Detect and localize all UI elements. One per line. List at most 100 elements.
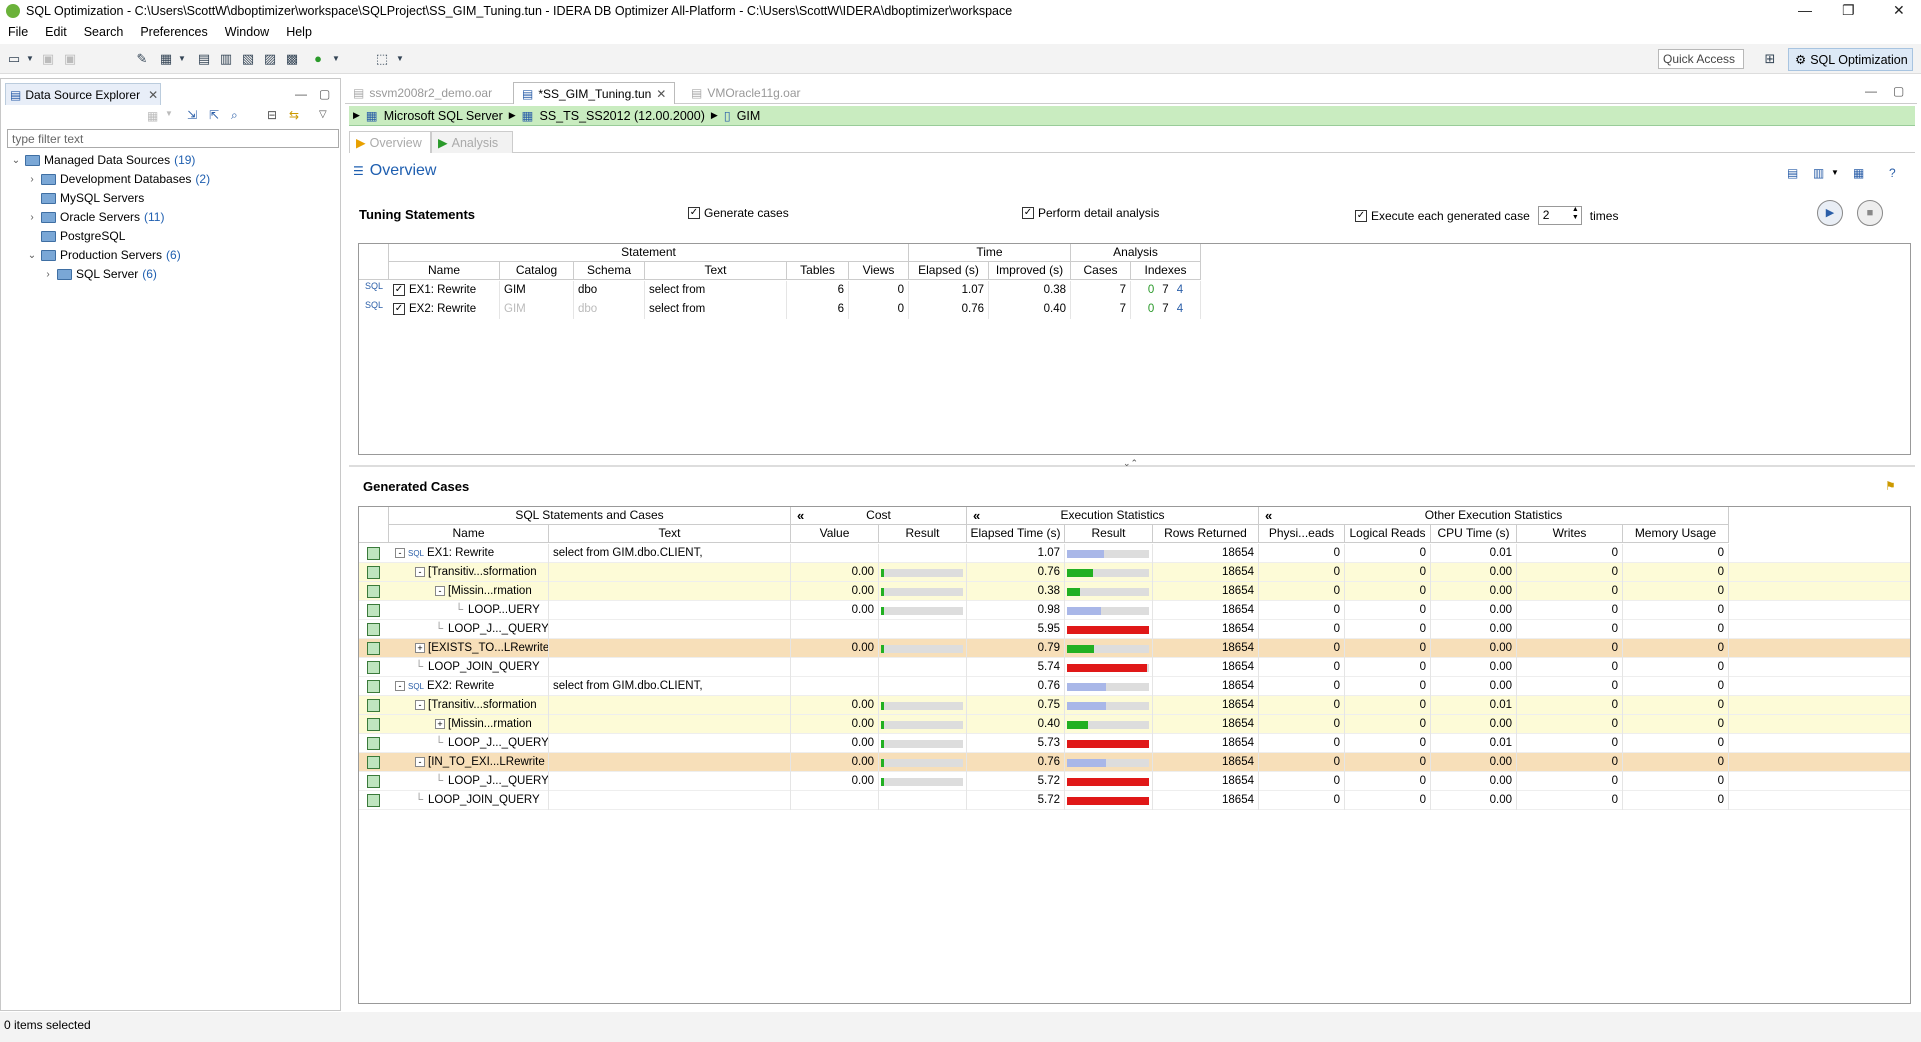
- menu-file[interactable]: File: [8, 25, 28, 39]
- tree-item[interactable]: ⌄ Managed Data Sources (19): [11, 151, 196, 169]
- times-spinner[interactable]: 2 ▲ ▼: [1537, 206, 1582, 225]
- tab-analysis[interactable]: ▶ Analysis: [431, 131, 513, 153]
- column-header[interactable]: Logical Reads: [1345, 525, 1431, 543]
- expand-toggle-icon[interactable]: +: [415, 643, 425, 653]
- help-icon[interactable]: ?: [1889, 166, 1896, 180]
- expand-toggle-icon[interactable]: -: [395, 681, 405, 691]
- menu-search[interactable]: Search: [84, 25, 124, 39]
- column-header[interactable]: Value: [791, 525, 879, 543]
- layout-icon[interactable]: ▦: [1853, 166, 1864, 180]
- menu-help[interactable]: Help: [286, 25, 312, 39]
- case-row[interactable]: └ LOOP_JOIN_QUERY 5.74 18654 0 0 0.00 0 0: [359, 658, 1910, 677]
- case-name-cell[interactable]: └ LOOP_J..._QUERY: [389, 734, 549, 753]
- execute-each-option[interactable]: ✓ Execute each generated case 2 ▲ ▼ times: [1355, 206, 1618, 225]
- case-name-cell[interactable]: - [Transitiv...sformation: [389, 563, 549, 582]
- case-name-cell[interactable]: └ LOOP_JOIN_QUERY: [389, 791, 549, 810]
- column-header[interactable]: Elapsed (s): [909, 262, 989, 280]
- expand-toggle-icon[interactable]: -: [395, 548, 405, 558]
- sql-action-dropdown-icon[interactable]: ▼: [1831, 168, 1839, 177]
- view-menu-icon[interactable]: ▽: [319, 109, 327, 120]
- expand-toggle-icon[interactable]: -: [435, 586, 445, 596]
- statement-checkbox[interactable]: ✓: [393, 283, 405, 296]
- disabled-dropdown-icon[interactable]: ▼: [165, 109, 173, 118]
- tree-item[interactable]: MySQL Servers: [27, 189, 148, 207]
- query-builder-icon[interactable]: ▤: [196, 51, 212, 67]
- perspective-sql-optimization-button[interactable]: ⚙ SQL Optimization: [1788, 48, 1913, 71]
- case-name-cell[interactable]: - [IN_TO_EXI...LRewrite: [389, 753, 549, 772]
- import-icon[interactable]: ⇱: [209, 108, 219, 122]
- sql-editor-dropdown-icon[interactable]: ▼: [174, 51, 190, 67]
- column-header[interactable]: Result: [1065, 525, 1153, 543]
- column-header[interactable]: Text: [645, 262, 787, 280]
- case-row[interactable]: └ LOOP_J..._QUERY 5.95 18654 0 0 0.00 0 0: [359, 620, 1910, 639]
- case-name-cell[interactable]: └ LOOP_J..._QUERY: [389, 772, 549, 791]
- restore-icon[interactable]: ❐: [1842, 2, 1855, 19]
- table-row[interactable]: SQL ✓ EX1: Rewrite GIM dbo select from 6 0 1.07 0…: [359, 281, 1910, 300]
- column-header[interactable]: Indexes: [1131, 262, 1201, 280]
- detail-analysis-checkbox[interactable]: ✓: [1022, 207, 1034, 219]
- sql-editor-icon[interactable]: ▦: [158, 51, 174, 67]
- connect-icon[interactable]: ✎: [134, 51, 150, 67]
- expand-toggle-icon[interactable]: -: [415, 567, 425, 577]
- quick-access-input[interactable]: Quick Access: [1658, 49, 1744, 69]
- menu-preferences[interactable]: Preferences: [140, 25, 207, 39]
- menu-edit[interactable]: Edit: [45, 25, 67, 39]
- perspective-switch-dropdown-icon[interactable]: ▼: [392, 51, 408, 67]
- case-name-cell[interactable]: - SQL EX2: Rewrite: [389, 677, 549, 696]
- close-tab-icon[interactable]: ✕: [148, 88, 158, 102]
- case-row[interactable]: - SQL EX1: Rewrite select from GIM.dbo.CLIE…: [359, 544, 1910, 563]
- expand-toggle-icon[interactable]: ›: [27, 174, 37, 185]
- tune-icon[interactable]: ▧: [240, 51, 256, 67]
- case-row[interactable]: - [IN_TO_EXI...LRewrite 0.00 0.76 18654 0 0 0.0…: [359, 753, 1910, 772]
- export-icon[interactable]: ▤: [1787, 166, 1798, 180]
- column-header[interactable]: Text: [549, 525, 791, 543]
- open-perspective-icon[interactable]: ⊞: [1762, 51, 1778, 67]
- close-icon[interactable]: ✕: [1893, 2, 1905, 19]
- case-name-cell[interactable]: + [Missin...rmation: [389, 715, 549, 734]
- breadcrumb-platform[interactable]: Microsoft SQL Server: [384, 109, 503, 123]
- column-header[interactable]: Views: [849, 262, 909, 280]
- column-header[interactable]: Catalog: [500, 262, 574, 280]
- collapse-group-icon[interactable]: «: [973, 508, 980, 523]
- generate-cases-checkbox[interactable]: ✓: [688, 207, 700, 219]
- case-row[interactable]: └ LOOP_J..._QUERY 0.00 5.73 18654 0 0 0.01 0 0: [359, 734, 1910, 753]
- link-editor-icon[interactable]: ⇆: [289, 108, 299, 122]
- minimize-editor-icon[interactable]: —: [1865, 84, 1877, 98]
- tree-item[interactable]: PostgreSQL: [27, 227, 129, 245]
- case-row[interactable]: └ LOOP_JOIN_QUERY 5.72 18654 0 0 0.00 0 0: [359, 791, 1910, 810]
- perspective-switch-icon[interactable]: ⬚: [374, 51, 390, 67]
- case-row[interactable]: └ LOOP...UERY 0.00 0.98 18654 0 0 0.00 0 0: [359, 601, 1910, 620]
- filter-input[interactable]: type filter text: [7, 129, 339, 148]
- minimize-icon[interactable]: —: [1798, 2, 1812, 18]
- tree-item[interactable]: ⌄ Production Servers (6): [27, 246, 181, 264]
- expand-toggle-icon[interactable]: -: [415, 700, 425, 710]
- new-dropdown-icon[interactable]: ▼: [22, 51, 38, 67]
- case-name-cell[interactable]: - [Transitiv...sformation: [389, 696, 549, 715]
- table-row[interactable]: SQL ✓ EX2: Rewrite GIM dbo select from 6 0 0.76 0…: [359, 300, 1910, 319]
- case-name-cell[interactable]: - SQL EX1: Rewrite: [389, 544, 549, 563]
- data-source-explorer-tab[interactable]: ▤ Data Source Explorer ✕: [5, 83, 161, 105]
- column-header[interactable]: Cases: [1071, 262, 1131, 280]
- tab-ssvm2008r2-demo[interactable]: ▤ ssvm2008r2_demo.oar: [345, 82, 500, 104]
- maximize-view-icon[interactable]: ▢: [319, 87, 330, 101]
- analyze-icon[interactable]: ▨: [262, 51, 278, 67]
- column-header[interactable]: Rows Returned: [1153, 525, 1259, 543]
- expand-toggle-icon[interactable]: -: [415, 757, 425, 767]
- column-header[interactable]: Tables: [787, 262, 849, 280]
- maximize-editor-icon[interactable]: ▢: [1893, 84, 1904, 98]
- column-header[interactable]: Name: [389, 525, 549, 543]
- case-row[interactable]: - [Transitiv...sformation 0.00 0.76 18654 0 0 0…: [359, 563, 1910, 582]
- collapse-group-icon[interactable]: «: [1265, 508, 1272, 523]
- disabled-action-icon[interactable]: ▦: [147, 109, 158, 123]
- stop-button[interactable]: ■: [1857, 200, 1883, 226]
- expand-toggle-icon[interactable]: +: [435, 719, 445, 729]
- case-row[interactable]: + [EXISTS_TO...LRewrite 0.00 0.79 18654 0 0 0.0…: [359, 639, 1910, 658]
- pin-icon[interactable]: ⚑: [1885, 479, 1896, 493]
- execute-button[interactable]: ▶: [1817, 200, 1843, 226]
- collapse-all-icon[interactable]: ⊟: [267, 108, 277, 122]
- case-name-cell[interactable]: + [EXISTS_TO...LRewrite: [389, 639, 549, 658]
- profile-icon[interactable]: ▥: [218, 51, 234, 67]
- column-header[interactable]: Memory Usage: [1623, 525, 1729, 543]
- tree-item[interactable]: › SQL Server (6): [43, 265, 157, 283]
- tab-vmoracle11g[interactable]: ▤ VMOracle11g.oar: [683, 82, 809, 104]
